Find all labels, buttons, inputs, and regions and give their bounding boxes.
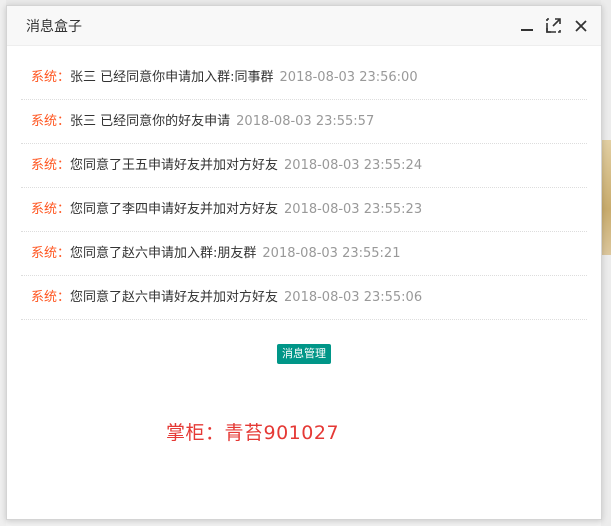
message-time: 2018-08-03 23:55:23 bbox=[284, 202, 423, 217]
message-time: 2018-08-03 23:55:24 bbox=[284, 158, 423, 173]
message-text: 张三 已经同意你申请加入群:同事群 bbox=[70, 70, 274, 85]
message-item: 系统：您同意了王五申请好友并加对方好友 2018-08-03 23:55:24 bbox=[21, 144, 587, 188]
minimize-icon[interactable] bbox=[518, 17, 535, 34]
manage-button-wrap: 消息管理 bbox=[7, 342, 601, 364]
message-item: 系统：您同意了赵六申请加入群:朋友群 2018-08-03 23:55:21 bbox=[21, 232, 587, 276]
message-text: 张三 已经同意你的好友申请 bbox=[70, 114, 231, 129]
message-item: 系统：张三 已经同意你的好友申请 2018-08-03 23:55:57 bbox=[21, 100, 587, 144]
maximize-icon[interactable] bbox=[545, 17, 562, 34]
message-item: 系统：张三 已经同意你申请加入群:同事群 2018-08-03 23:56:00 bbox=[21, 56, 587, 100]
watermark-text: 掌柜：青苔901027 bbox=[166, 422, 340, 444]
message-sender: 系统： bbox=[31, 202, 71, 217]
message-list: 系统：张三 已经同意你申请加入群:同事群 2018-08-03 23:56:00 … bbox=[21, 56, 587, 320]
dialog-titlebar[interactable]: 消息盒子 bbox=[7, 6, 601, 46]
message-time: 2018-08-03 23:55:21 bbox=[262, 246, 401, 261]
message-manage-button[interactable]: 消息管理 bbox=[277, 344, 331, 364]
background-image-fragment bbox=[601, 140, 611, 255]
message-text: 您同意了赵六申请好友并加对方好友 bbox=[70, 290, 279, 305]
message-sender: 系统： bbox=[31, 70, 71, 85]
message-sender: 系统： bbox=[31, 290, 71, 305]
background-page-right bbox=[601, 0, 611, 526]
message-time: 2018-08-03 23:55:57 bbox=[236, 114, 375, 129]
dialog-title: 消息盒子 bbox=[26, 18, 82, 35]
message-sender: 系统： bbox=[31, 114, 71, 129]
message-time: 2018-08-03 23:55:06 bbox=[284, 290, 423, 305]
message-time: 2018-08-03 23:56:00 bbox=[279, 70, 418, 85]
message-text: 您同意了赵六申请加入群:朋友群 bbox=[70, 246, 257, 261]
window-controls bbox=[518, 17, 589, 34]
message-item: 系统：您同意了李四申请好友并加对方好友 2018-08-03 23:55:23 bbox=[21, 188, 587, 232]
message-sender: 系统： bbox=[31, 158, 71, 173]
message-text: 您同意了李四申请好友并加对方好友 bbox=[70, 202, 279, 217]
close-icon[interactable] bbox=[572, 17, 589, 34]
message-sender: 系统： bbox=[31, 246, 71, 261]
message-item: 系统：您同意了赵六申请好友并加对方好友 2018-08-03 23:55:06 bbox=[21, 276, 587, 320]
message-text: 您同意了王五申请好友并加对方好友 bbox=[70, 158, 279, 173]
